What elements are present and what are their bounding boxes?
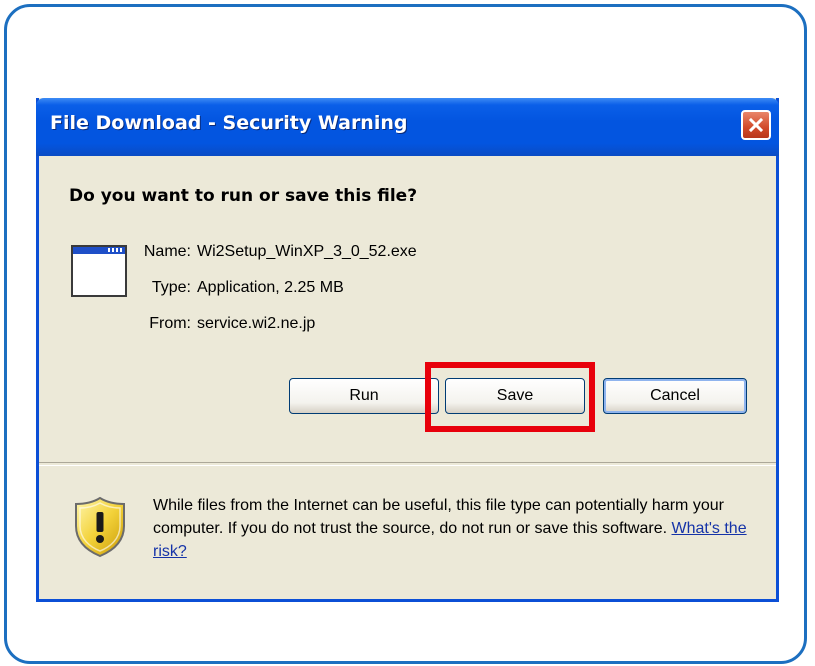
- shield-warning-icon: [75, 496, 125, 558]
- file-name-label: Name:: [143, 243, 191, 260]
- cancel-button[interactable]: Cancel: [603, 378, 747, 414]
- file-type-label: Type:: [151, 279, 191, 296]
- file-type-value: Application, 2.25 MB: [197, 279, 344, 296]
- file-from-value: service.wi2.ne.jp: [197, 315, 316, 332]
- security-warning-text: While files from the Internet can be use…: [153, 494, 783, 563]
- close-button[interactable]: [741, 110, 771, 140]
- save-button[interactable]: Save: [445, 378, 585, 414]
- divider: [39, 462, 776, 466]
- file-name-value: Wi2Setup_WinXP_3_0_52.exe: [197, 243, 417, 260]
- file-download-dialog: File Download - Security Warning Do you …: [36, 98, 779, 602]
- dialog-title: File Download - Security Warning: [50, 112, 408, 134]
- close-icon: [748, 117, 764, 133]
- dialog-question: Do you want to run or save this file?: [69, 186, 418, 206]
- file-from-label: From:: [149, 315, 191, 332]
- run-button[interactable]: Run: [289, 378, 439, 414]
- title-bar[interactable]: File Download - Security Warning: [36, 98, 779, 156]
- warning-message: While files from the Internet can be use…: [153, 497, 724, 537]
